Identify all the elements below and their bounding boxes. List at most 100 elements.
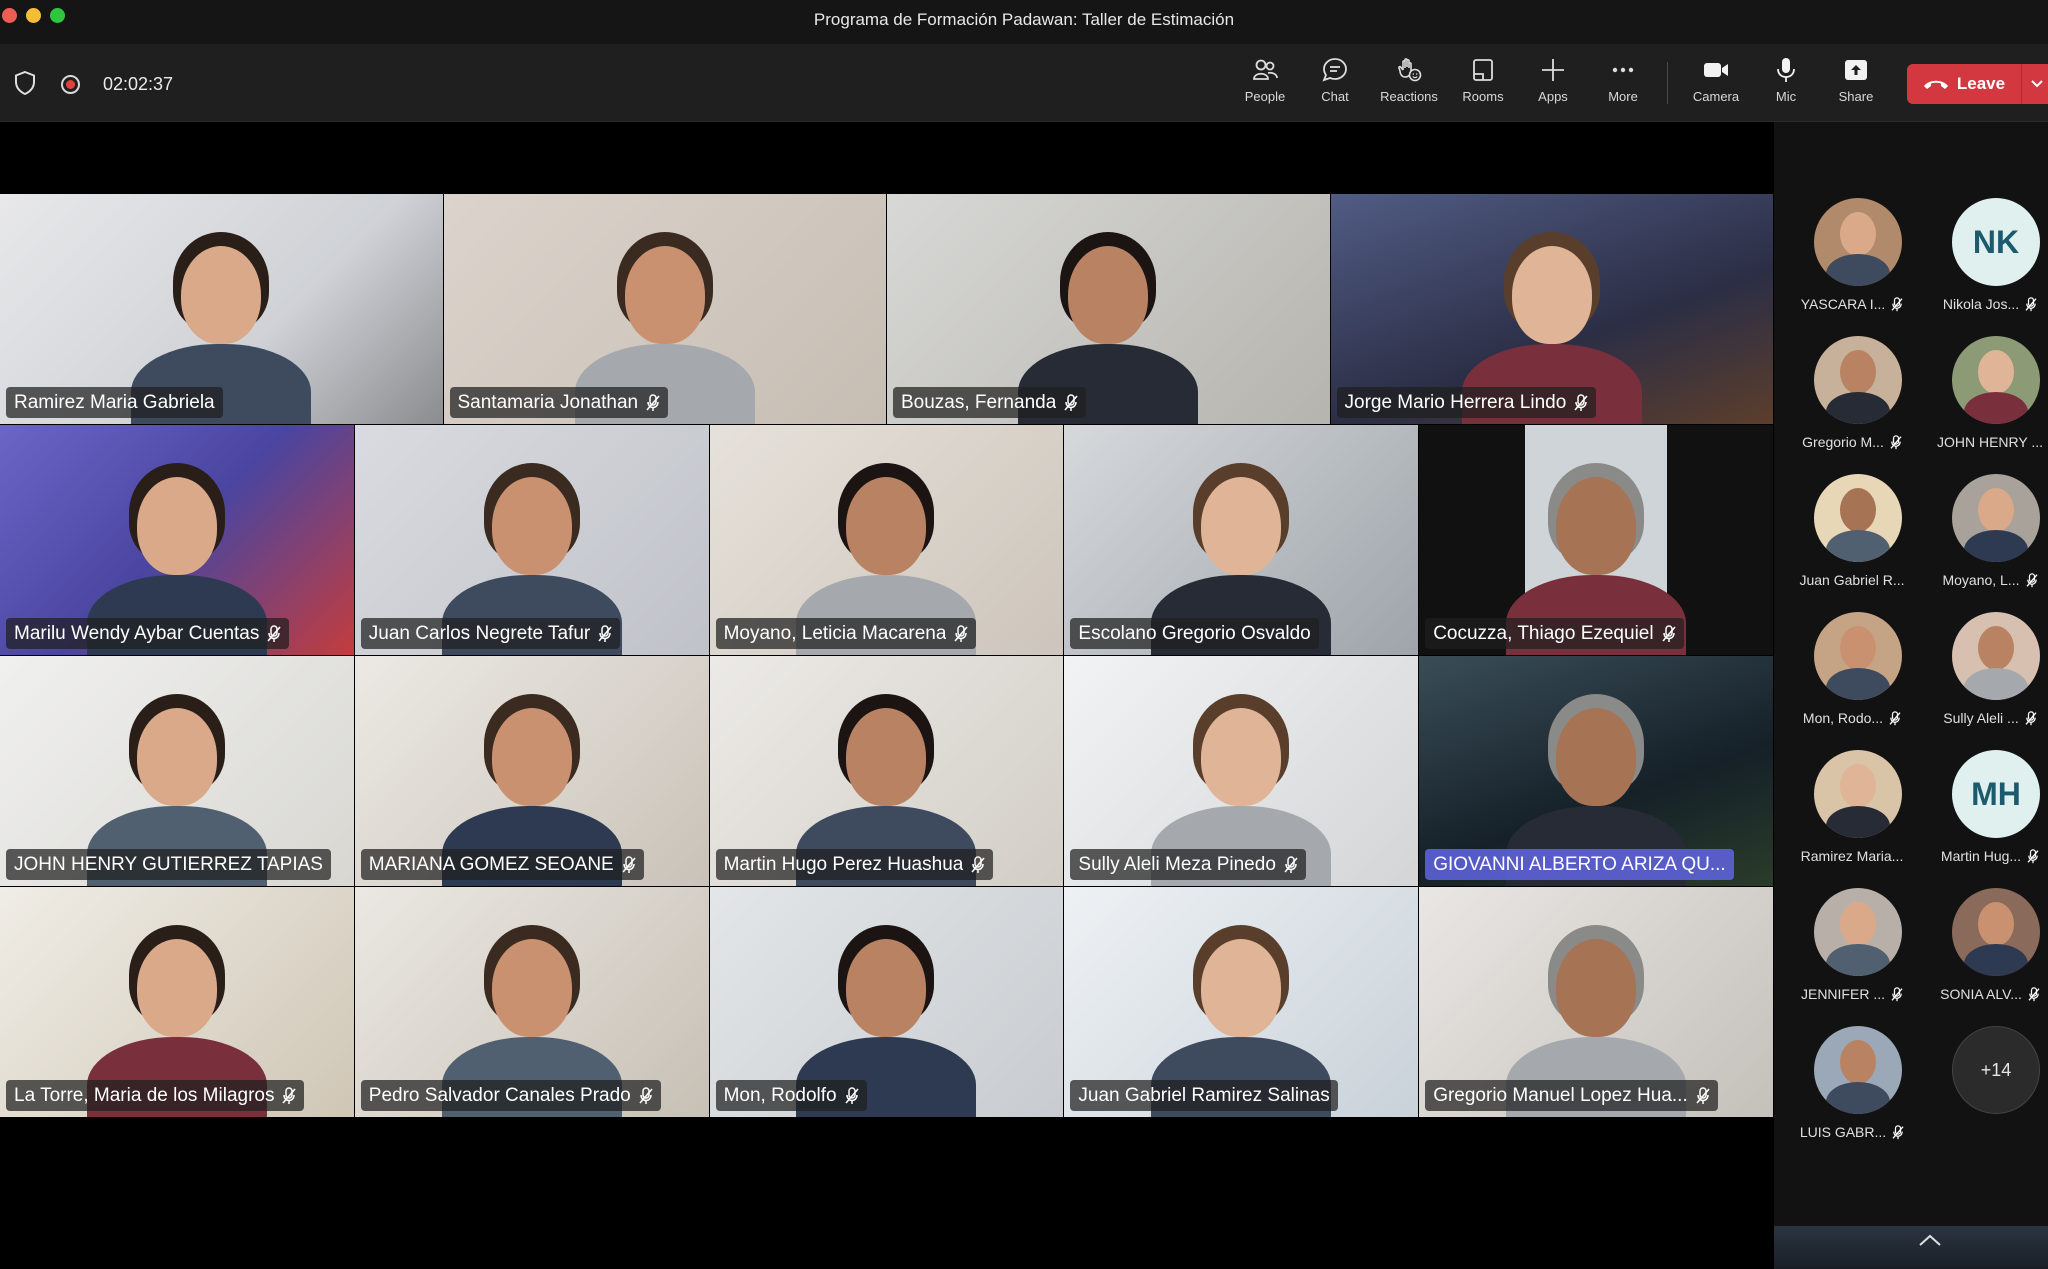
reactions-button[interactable]: Reactions bbox=[1374, 56, 1444, 114]
chat-button[interactable]: Chat bbox=[1300, 56, 1370, 114]
video-tile[interactable]: Juan Carlos Negrete Tafur bbox=[354, 425, 709, 655]
video-tile[interactable]: Mon, Rodolfo bbox=[709, 887, 1064, 1117]
apps-label: Apps bbox=[1538, 89, 1568, 104]
more-participants-thumbnail[interactable]: +14 bbox=[1930, 1026, 2048, 1156]
thumbnail-name: Moyano, L... bbox=[1942, 572, 2020, 588]
recording-indicator bbox=[61, 75, 80, 94]
thumbnail-name: LUIS GABR... bbox=[1799, 1124, 1887, 1140]
participant-nametag: MARIANA GOMEZ SEOANE bbox=[360, 849, 644, 880]
video-tile[interactable]: Bouzas, Fernanda bbox=[887, 194, 1330, 424]
participant-nametag: Martin Hugo Perez Huashua bbox=[715, 849, 994, 880]
participant-thumbnail[interactable]: SONIA ALV... bbox=[1930, 888, 2048, 1018]
thumbnail-label: Juan Gabriel R... bbox=[1792, 572, 1912, 588]
video-tile[interactable]: Marilu Wendy Aybar Cuentas bbox=[0, 425, 354, 655]
leave-button[interactable]: Leave bbox=[1907, 64, 2021, 104]
participant-name: Gregorio Manuel Lopez Hua... bbox=[1433, 1084, 1688, 1106]
rooms-button[interactable]: Rooms bbox=[1448, 56, 1518, 114]
video-tile[interactable]: Sully Aleli Meza Pinedo bbox=[1064, 656, 1419, 886]
more-label: More bbox=[1608, 89, 1638, 104]
video-tile[interactable]: La Torre, Maria de los Milagros bbox=[0, 887, 354, 1117]
participant-name: JOHN HENRY GUTIERREZ TAPIAS bbox=[14, 853, 323, 875]
video-tile[interactable]: Pedro Salvador Canales Prado bbox=[354, 887, 709, 1117]
participant-nametag: Escolano Gregorio Osvaldo bbox=[1070, 618, 1319, 649]
video-tile[interactable]: Cocuzza, Thiago Ezequiel bbox=[1419, 425, 1773, 655]
video-tile[interactable]: Ramirez Maria Gabriela bbox=[0, 194, 443, 424]
mic-muted-icon bbox=[971, 855, 985, 873]
video-tile[interactable]: Gregorio Manuel Lopez Hua... bbox=[1419, 887, 1773, 1117]
participant-name: Pedro Salvador Canales Prado bbox=[368, 1084, 631, 1106]
video-tile[interactable]: GIOVANNI ALBERTO ARIZA QU... bbox=[1419, 656, 1773, 886]
thumbnail-label: Nikola Jos... bbox=[1930, 296, 2048, 312]
camera-button[interactable]: Camera bbox=[1681, 56, 1751, 114]
sidebar-footer bbox=[1774, 1226, 2048, 1269]
participant-thumbnail[interactable]: NK Nikola Jos... bbox=[1930, 198, 2048, 328]
participant-name: MARIANA GOMEZ SEOANE bbox=[368, 853, 614, 875]
mic-muted-icon bbox=[1574, 393, 1588, 411]
more-participants-count: +14 bbox=[1952, 1026, 2040, 1114]
video-tile[interactable]: Escolano Gregorio Osvaldo bbox=[1064, 425, 1419, 655]
chevron-down-icon[interactable] bbox=[2029, 76, 2045, 92]
apps-button[interactable]: Apps bbox=[1518, 56, 1588, 114]
video-grid: Ramirez Maria Gabriela Santamaria Jonatha… bbox=[0, 194, 1774, 1194]
mic-muted-icon bbox=[954, 624, 969, 642]
people-button[interactable]: People bbox=[1230, 56, 1300, 114]
participant-thumbnail[interactable]: Sully Aleli ... bbox=[1930, 612, 2048, 742]
mic-muted-icon bbox=[1064, 393, 1078, 411]
reactions-icon bbox=[1398, 58, 1422, 82]
participant-name: Moyano, Leticia Macarena bbox=[723, 622, 947, 644]
rooms-label: Rooms bbox=[1462, 89, 1504, 104]
share-icon bbox=[1845, 60, 1867, 80]
avatar bbox=[1814, 1026, 1902, 1114]
mic-muted-icon bbox=[2026, 572, 2038, 587]
shield-icon[interactable] bbox=[14, 71, 36, 95]
participant-thumbnail[interactable]: Ramirez Maria... bbox=[1792, 750, 1912, 880]
thumbnail-name: Nikola Jos... bbox=[1942, 296, 2020, 312]
mic-muted-icon bbox=[2025, 710, 2037, 725]
mic-muted-icon bbox=[1891, 296, 1903, 311]
avatar bbox=[1952, 474, 2040, 562]
thumbnail-label: Moyano, L... bbox=[1930, 572, 2048, 588]
leave-control: Leave bbox=[1907, 64, 2048, 104]
participant-thumbnail[interactable]: Gregorio M... bbox=[1792, 336, 1912, 466]
video-tile[interactable]: Jorge Mario Herrera Lindo bbox=[1330, 194, 1773, 424]
mic-muted-icon bbox=[267, 624, 281, 642]
participant-name: Marilu Wendy Aybar Cuentas bbox=[14, 622, 260, 644]
avatar bbox=[1814, 474, 1902, 562]
mic-muted-icon bbox=[2025, 296, 2037, 311]
participant-nametag: Mon, Rodolfo bbox=[715, 1080, 867, 1111]
video-tile[interactable]: MARIANA GOMEZ SEOANE bbox=[354, 656, 709, 886]
mic-label: Mic bbox=[1775, 89, 1797, 104]
window-title: Programa de Formación Padawan: Taller de… bbox=[813, 10, 1235, 29]
participant-nametag: Gregorio Manuel Lopez Hua... bbox=[1425, 1080, 1718, 1111]
mic-button[interactable]: Mic bbox=[1751, 56, 1821, 114]
avatar bbox=[1814, 750, 1902, 838]
meeting-toolbar: 02:02:37 People Chat Reactions Rooms App… bbox=[0, 44, 2048, 122]
video-tile[interactable]: Juan Gabriel Ramirez Salinas bbox=[1064, 887, 1419, 1117]
video-tile[interactable]: Martin Hugo Perez Huashua bbox=[709, 656, 1064, 886]
participant-thumbnail[interactable]: MH Martin Hug... bbox=[1930, 750, 2048, 880]
thumbnail-name: JOHN HENRY ... bbox=[1936, 434, 2044, 450]
avatar bbox=[1814, 888, 1902, 976]
participant-thumbnail[interactable]: JOHN HENRY ... bbox=[1930, 336, 2048, 466]
participant-nametag: Juan Carlos Negrete Tafur bbox=[360, 618, 621, 649]
mic-muted-icon bbox=[2028, 986, 2040, 1001]
video-tile[interactable]: Santamaria Jonathan bbox=[443, 194, 886, 424]
thumbnail-label: Gregorio M... bbox=[1792, 434, 1912, 450]
thumbnail-name: Juan Gabriel R... bbox=[1799, 572, 1905, 588]
phone-hangup-icon bbox=[1923, 80, 1948, 89]
participant-name: La Torre, Maria de los Milagros bbox=[14, 1084, 275, 1106]
participant-thumbnail[interactable]: Mon, Rodo... bbox=[1792, 612, 1912, 742]
thumbnail-name: Martin Hug... bbox=[1940, 848, 2022, 864]
thumbnail-name: Sully Aleli ... bbox=[1943, 710, 2019, 726]
more-button[interactable]: More bbox=[1588, 56, 1658, 114]
participant-thumbnail[interactable]: YASCARA I... bbox=[1792, 198, 1912, 328]
video-tile[interactable]: JOHN HENRY GUTIERREZ TAPIAS bbox=[0, 656, 354, 886]
participant-thumbnail[interactable]: Moyano, L... bbox=[1930, 474, 2048, 604]
participant-sidebar: YASCARA I... NK Nikola Jos... Gregorio M...… bbox=[1774, 122, 2048, 1269]
participant-thumbnail[interactable]: LUIS GABR... bbox=[1792, 1026, 1912, 1156]
video-tile[interactable]: Moyano, Leticia Macarena bbox=[709, 425, 1064, 655]
participant-thumbnail[interactable]: JENNIFER ... bbox=[1792, 888, 1912, 1018]
participant-thumbnail[interactable]: Juan Gabriel R... bbox=[1792, 474, 1912, 604]
chevron-up-icon[interactable] bbox=[1917, 1232, 1943, 1248]
share-button[interactable]: Share bbox=[1821, 56, 1891, 114]
